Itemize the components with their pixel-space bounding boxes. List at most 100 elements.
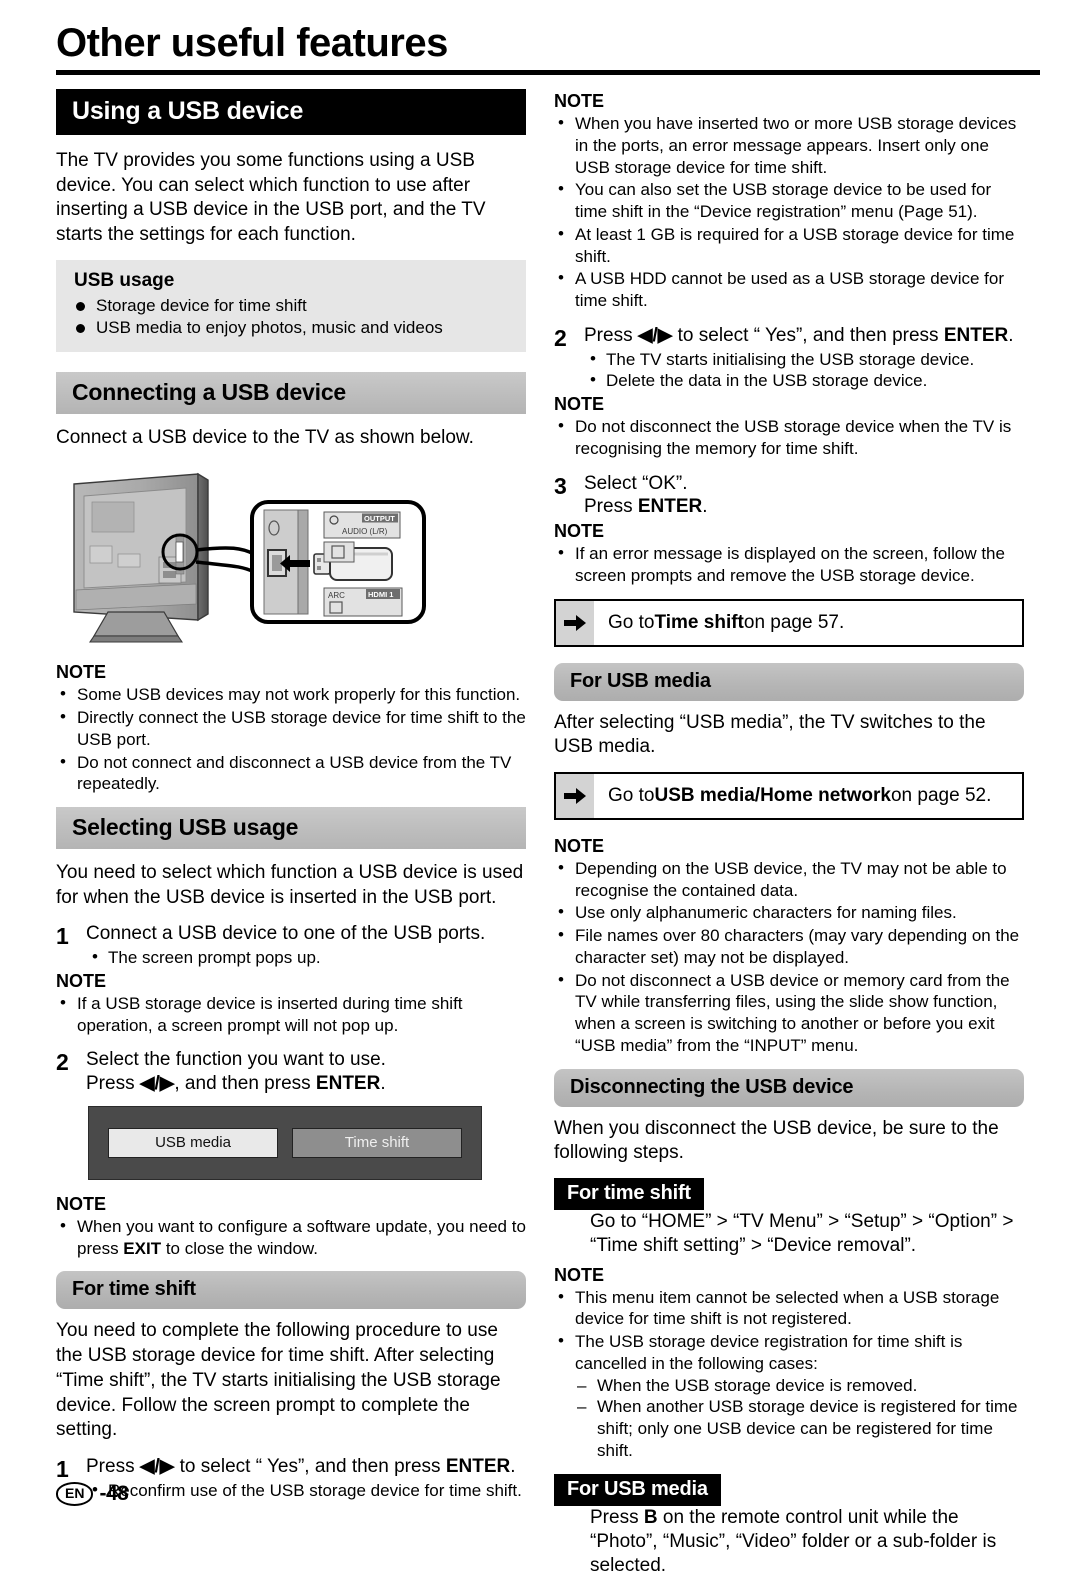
note-list: Do not disconnect the USB storage device… [554, 415, 1024, 460]
enter-key-label: ENTER [315, 1073, 381, 1095]
step-number: 2 [554, 324, 567, 351]
tv-usb-connection-figure: OUTPUT AUDIO (L/R) ARC HDMI 1 [56, 462, 526, 652]
step-text-line1: Select “OK”. [584, 472, 688, 494]
left-right-arrow-icon: ◀/▶ [139, 1455, 175, 1477]
list-item: A USB HDD cannot be used as a USB storag… [554, 267, 1024, 312]
step-number: 1 [56, 923, 69, 950]
list-item: Depending on the USB device, the TV may … [554, 857, 1024, 902]
selecting-intro-text: You need to select which function a USB … [56, 862, 524, 908]
left-right-arrow-icon: ◀/▶ [637, 324, 673, 346]
for-usb-media-intro-text: After selecting “USB media”, the TV swit… [554, 711, 986, 758]
port-label-arc: ARC [328, 591, 345, 600]
subsection-heading-disconnecting-usb-device: Disconnecting the USB device [554, 1068, 1024, 1107]
page-footer: EN -48 [56, 1482, 129, 1506]
port-label-hdmi-group: ARC HDMI 1 [323, 587, 403, 617]
press-label: Press [86, 1455, 140, 1477]
list-item: When the USB storage device is removed. [575, 1375, 1024, 1397]
screen-option-time-shift[interactable]: Time shift [292, 1127, 462, 1158]
step-text-line1: Select the function you want to use. [86, 1049, 386, 1071]
note-heading: NOTE [554, 835, 605, 856]
step-sub-list: The TV starts initialising the USB stora… [584, 348, 1024, 393]
list-item: When you want to configure a software up… [56, 1215, 526, 1260]
step-number: 2 [56, 1049, 69, 1076]
note-heading: NOTE [554, 521, 605, 541]
goto-target-name: Time shift [654, 611, 744, 633]
step-sub-list: The screen prompt pops up. [86, 946, 526, 969]
step-1-connect-usb: 1 Connect a USB device to one of the USB… [56, 922, 526, 969]
tag-heading-for-time-shift: For time shift [554, 1178, 704, 1210]
list-item: If an error message is displayed on the … [554, 542, 1024, 587]
note-list: When you want to configure a software up… [56, 1215, 526, 1260]
manual-page: Other useful features Using a USB device… [0, 0, 1080, 1576]
using-usb-intro-text: The TV provides you some functions using… [56, 150, 486, 246]
note-list: If an error message is displayed on the … [554, 542, 1024, 587]
goto-reference-text: Go to USB media/Home network on page 52. [594, 774, 991, 818]
press-label: Press [584, 496, 638, 518]
step-content: Press ◀/▶ to select “ Yes”, and then pre… [86, 1455, 526, 1502]
usb-usage-title: USB usage [74, 269, 175, 291]
b-key-label: B [643, 1506, 658, 1528]
tag-heading-for-usb-media-wrap: For USB media [554, 1473, 1024, 1506]
note-heading: NOTE [56, 1193, 107, 1214]
list-item: If a USB storage device is inserted duri… [56, 992, 526, 1037]
goto-reference-text: Go to Time shift on page 57. [594, 601, 844, 645]
note-list: When you have inserted two or more USB s… [554, 112, 1024, 312]
step-content: Select the function you want to use. Pre… [86, 1048, 526, 1096]
screen-option-usb-media[interactable]: USB media [108, 1127, 278, 1158]
step-text-line2: Press ENTER. [584, 495, 1024, 519]
note-list: Depending on the USB device, the TV may … [554, 857, 1024, 1057]
note-text-post: to close the window. [161, 1238, 318, 1258]
step-3-select-ok: 3 Select “OK”. Press ENTER. [554, 472, 1024, 520]
note-list: Some USB devices may not work properly f… [56, 683, 526, 796]
list-item: At least 1 GB is required for a USB stor… [554, 223, 1024, 268]
press-label: Press [590, 1506, 644, 1528]
enter-key-label: ENTER [943, 324, 1009, 346]
list-item: Use only alphanumeric characters for nam… [554, 901, 1024, 924]
list-item: This menu item cannot be selected when a… [554, 1286, 1024, 1331]
list-item: The USB storage device registration for … [554, 1330, 1024, 1462]
left-column: Using a USB device The TV provides you s… [56, 89, 526, 1503]
list-item: The screen prompt pops up. [86, 946, 526, 969]
press-label: Press [584, 324, 638, 346]
list-item: Storage device for time shift [74, 295, 512, 317]
disconnecting-intro-text: When you disconnect the USB device, be s… [554, 1117, 999, 1164]
port-label-output-group: OUTPUT AUDIO (L/R) [323, 511, 401, 539]
note-heading: NOTE [56, 662, 107, 683]
goto-usb-media-home-network-reference[interactable]: Go to USB media/Home network on page 52. [554, 771, 1024, 820]
list-item: USB media to enjoy photos, music and vid… [74, 317, 512, 339]
goto-target-name: USB media/Home network [654, 784, 891, 806]
list-item: Do not disconnect the USB storage device… [554, 415, 1024, 460]
goto-label: Go to [608, 611, 655, 633]
goto-time-shift-reference[interactable]: Go to Time shift on page 57. [554, 598, 1024, 647]
usb-port-callout: OUTPUT AUDIO (L/R) ARC HDMI 1 [250, 500, 426, 625]
step-content: Select “OK”. Press ENTER. [584, 472, 1024, 520]
usb-usage-screen-mockup: USB media Time shift [88, 1105, 482, 1180]
two-column-body: Using a USB device The TV provides you s… [56, 89, 1040, 1585]
step-content: Connect a USB device to one of the USB p… [86, 922, 526, 969]
step-text-line2: Press ◀/▶, and then press ENTER. [86, 1072, 526, 1096]
for-time-shift-menu-path: Go to “HOME” > “TV Menu” > “Setup” > “Op… [590, 1211, 1014, 1257]
period: . [510, 1455, 516, 1477]
tag-heading-for-usb-media: For USB media [554, 1473, 721, 1506]
subsection-heading-for-time-shift: For time shift [56, 1271, 526, 1310]
exit-key-label: EXIT [123, 1238, 162, 1258]
enter-key-label: ENTER [637, 496, 703, 518]
tv-rear-body [73, 473, 209, 643]
subsection-heading-for-usb-media: For USB media [554, 662, 1024, 701]
goto-page-label: on page 52. [890, 784, 992, 806]
page-number: -48 [99, 1482, 129, 1505]
list-item: Reconfirm use of the USB storage device … [86, 1479, 526, 1502]
list-item: When another USB storage device is regis… [575, 1396, 1024, 1461]
note-list: If a USB storage device is inserted duri… [56, 992, 526, 1037]
step-sub-list: Reconfirm use of the USB storage device … [86, 1479, 526, 1502]
select-yes-label: to select “ Yes”, and then press [672, 324, 944, 346]
port-label-output: OUTPUT [364, 514, 395, 523]
enter-key-label: ENTER [445, 1455, 511, 1477]
arrow-right-icon [556, 600, 594, 645]
list-item: Do not connect and disconnect a USB devi… [56, 751, 526, 796]
step-number: 3 [554, 472, 567, 499]
section-heading-connecting-usb-device: Connecting a USB device [56, 371, 526, 414]
right-column: NOTE When you have inserted two or more … [554, 89, 1024, 1585]
list-item: You can also set the USB storage device … [554, 178, 1024, 223]
list-item: The TV starts initialising the USB stora… [584, 348, 1024, 371]
